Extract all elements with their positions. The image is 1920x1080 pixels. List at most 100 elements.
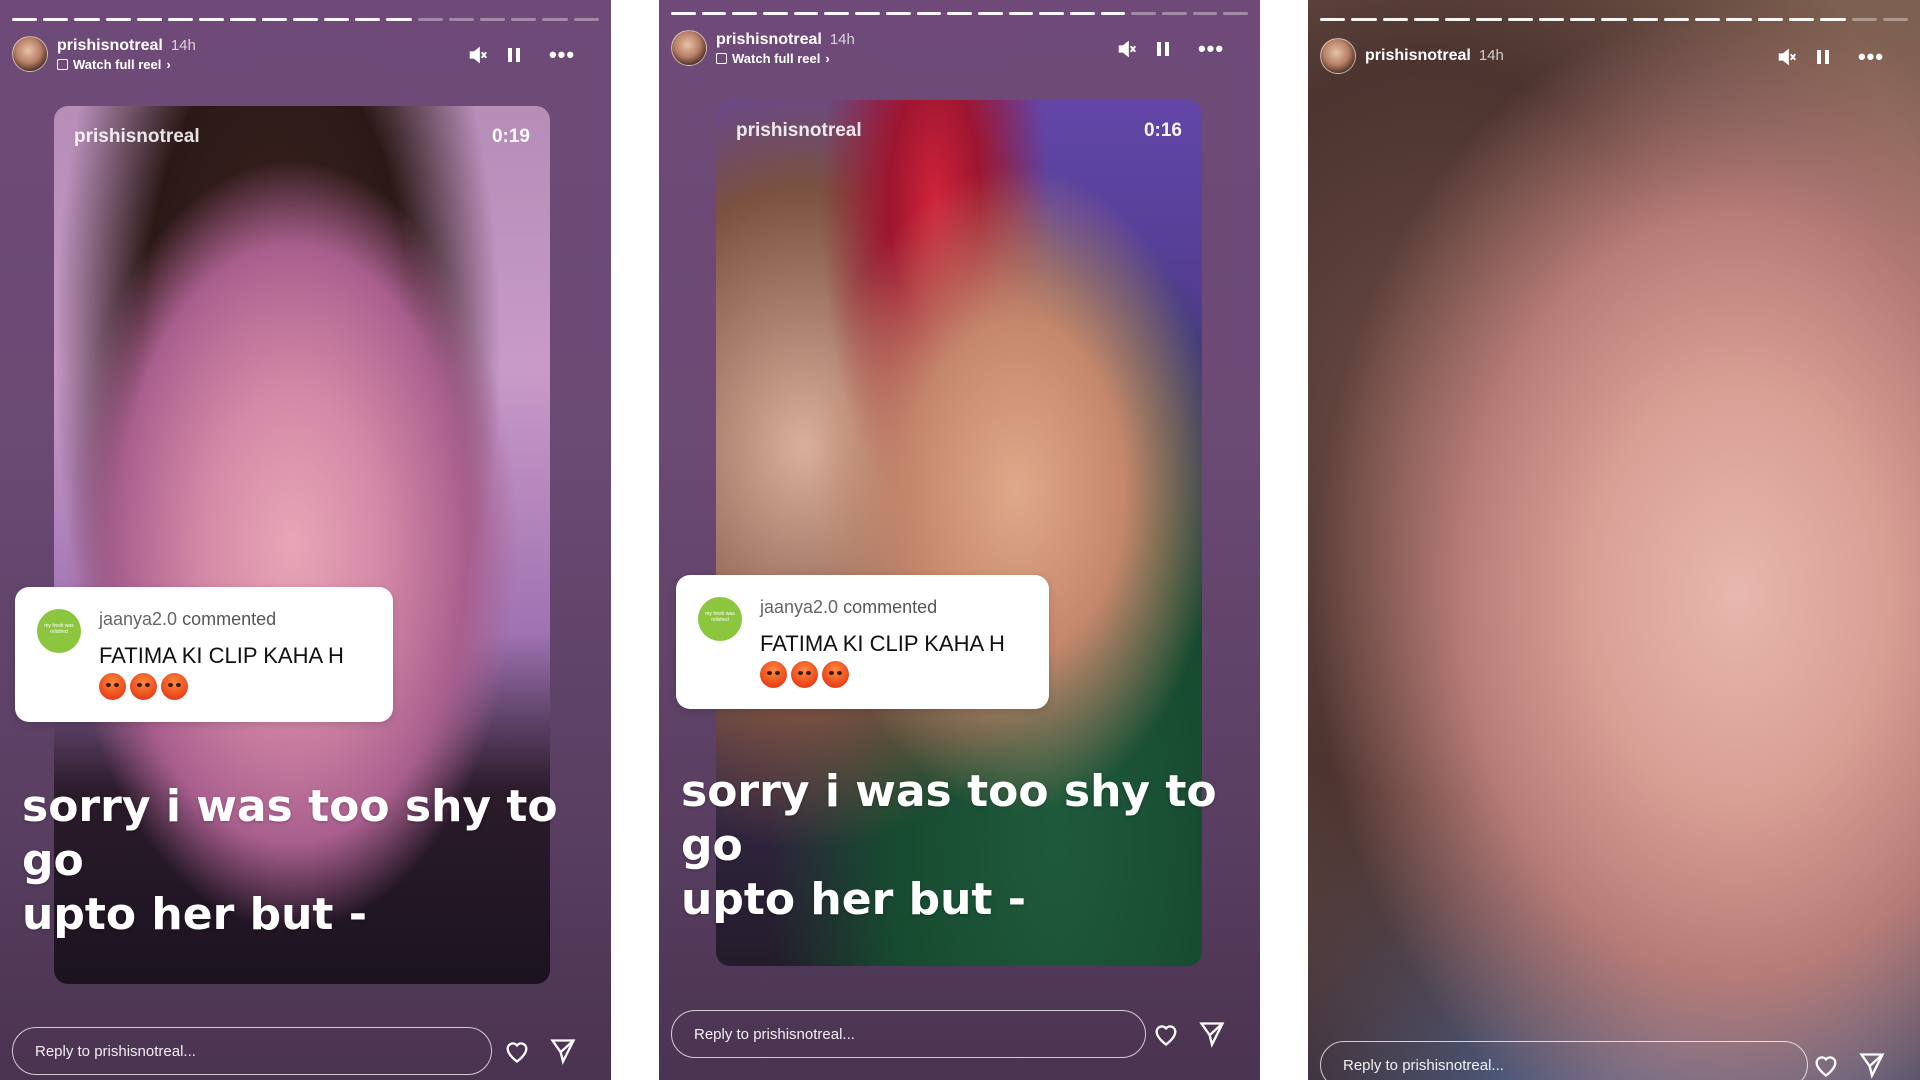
progress-segment bbox=[1008, 12, 1034, 15]
comment-emojis bbox=[760, 661, 849, 688]
caption-line: sorry i was too shy to go bbox=[681, 766, 1217, 871]
story-caption: sorry i was too shy to go upto her but - bbox=[681, 765, 1260, 927]
speaker-muted-icon bbox=[469, 46, 487, 64]
progress-segment bbox=[511, 18, 537, 21]
progress-segment bbox=[43, 18, 69, 21]
progress-segment bbox=[230, 18, 256, 21]
progress-segment bbox=[1820, 18, 1846, 21]
watch-full-reel-link[interactable]: Watch full reel › bbox=[57, 57, 196, 72]
angry-face-icon bbox=[130, 673, 157, 700]
progress-segment bbox=[1788, 18, 1815, 21]
progress-segment bbox=[1382, 18, 1408, 21]
angry-face-icon bbox=[822, 661, 849, 688]
avatar[interactable] bbox=[1320, 38, 1356, 74]
story-time: 14h bbox=[1478, 47, 1504, 64]
more-options-button[interactable]: ••• bbox=[547, 40, 577, 70]
commenter-avatar: my fresh was relished bbox=[698, 597, 742, 641]
progress-segment bbox=[1757, 18, 1783, 21]
pause-button[interactable] bbox=[499, 40, 529, 70]
progress-segment bbox=[885, 12, 911, 15]
progress-segment bbox=[1726, 18, 1752, 21]
pause-button[interactable] bbox=[1148, 34, 1178, 64]
comment-text: FATIMA KI CLIP KAHA H bbox=[99, 643, 344, 668]
story-header: prishisnotreal 14h Watch full reel › ••• bbox=[671, 28, 1248, 68]
progress-segment bbox=[1882, 18, 1909, 21]
progress-segment bbox=[732, 12, 758, 15]
progress-segment bbox=[1223, 12, 1249, 15]
story-footer: Reply to prishisnotreal... bbox=[12, 1027, 599, 1075]
send-icon[interactable] bbox=[549, 1037, 577, 1065]
comment-header: jaanya2.0 commented bbox=[760, 597, 937, 618]
reel-username: prishisnotreal bbox=[74, 126, 200, 147]
caption-line: upto her but - bbox=[22, 889, 368, 940]
story-footer: Reply to prishisnotreal... bbox=[1320, 1041, 1908, 1080]
reply-input[interactable]: Reply to prishisnotreal... bbox=[671, 1010, 1146, 1058]
progress-segment bbox=[1851, 18, 1877, 21]
story-caption: sorry i was too shy to go upto her but - bbox=[22, 780, 602, 942]
heart-icon[interactable] bbox=[1812, 1051, 1840, 1079]
commenter-name: jaanya2.0 bbox=[760, 597, 839, 617]
progress-segment bbox=[199, 18, 225, 21]
progress-segment bbox=[1476, 18, 1502, 21]
progress-segment bbox=[1538, 18, 1565, 21]
progress-segment bbox=[105, 18, 131, 21]
story-progress-bar bbox=[12, 18, 599, 21]
progress-segment bbox=[1320, 18, 1346, 21]
progress-segment bbox=[824, 12, 850, 15]
progress-segment bbox=[977, 12, 1003, 15]
story-panel: prishisnotreal 14h ••• Reply to prishisn… bbox=[1308, 0, 1920, 1080]
reel-username: prishisnotreal bbox=[736, 120, 862, 141]
progress-segment bbox=[1570, 18, 1596, 21]
watch-full-reel-link[interactable]: Watch full reel › bbox=[716, 51, 855, 66]
progress-segment bbox=[1351, 18, 1377, 21]
commenter-avatar: my fresh was relished bbox=[37, 609, 81, 653]
story-header: prishisnotreal 14h Watch full reel › ••• bbox=[12, 34, 599, 74]
story-progress-bar bbox=[671, 12, 1249, 15]
story-footer: Reply to prishisnotreal... bbox=[671, 1010, 1248, 1058]
story-meta: prishisnotreal 14h Watch full reel › bbox=[716, 31, 855, 66]
story-panel: prishisnotreal 14h Watch full reel › •••… bbox=[659, 0, 1260, 1080]
progress-segment bbox=[763, 12, 788, 15]
speaker-muted-icon bbox=[1778, 48, 1796, 66]
speaker-muted-icon bbox=[1118, 40, 1136, 58]
more-options-button[interactable]: ••• bbox=[1856, 42, 1886, 72]
mute-button[interactable] bbox=[1772, 42, 1802, 72]
story-username[interactable]: prishisnotreal bbox=[716, 31, 822, 49]
comment-sticker[interactable]: my fresh was relished jaanya2.0 commente… bbox=[15, 587, 393, 722]
progress-segment bbox=[916, 12, 942, 15]
heart-icon[interactable] bbox=[1152, 1020, 1180, 1048]
progress-segment bbox=[355, 18, 381, 21]
progress-segment bbox=[855, 12, 880, 15]
avatar[interactable] bbox=[671, 30, 707, 66]
progress-segment bbox=[324, 18, 350, 21]
progress-segment bbox=[386, 18, 412, 21]
more-icon: ••• bbox=[1197, 36, 1225, 61]
story-progress-bar bbox=[1320, 18, 1909, 21]
send-icon[interactable] bbox=[1858, 1051, 1886, 1079]
story-username[interactable]: prishisnotreal bbox=[1365, 47, 1471, 65]
comment-emojis bbox=[99, 673, 188, 700]
send-icon[interactable] bbox=[1198, 1020, 1226, 1048]
heart-icon[interactable] bbox=[503, 1037, 531, 1065]
story-time: 14h bbox=[170, 36, 196, 54]
reel-timestamp: 0:16 bbox=[1143, 120, 1182, 141]
story-username[interactable]: prishisnotreal bbox=[57, 37, 163, 55]
reply-placeholder: Reply to prishisnotreal... bbox=[35, 1042, 196, 1060]
comment-sticker[interactable]: my fresh was relished jaanya2.0 commente… bbox=[676, 575, 1049, 709]
comment-action: commented bbox=[843, 597, 938, 617]
progress-segment bbox=[1100, 12, 1126, 15]
mute-button[interactable] bbox=[1112, 34, 1142, 64]
more-options-button[interactable]: ••• bbox=[1196, 34, 1226, 64]
reel-icon bbox=[716, 52, 727, 64]
story-meta: prishisnotreal 14h bbox=[1365, 47, 1504, 65]
pause-button[interactable] bbox=[1808, 42, 1838, 72]
reply-input[interactable]: Reply to prishisnotreal... bbox=[12, 1027, 492, 1075]
angry-face-icon bbox=[161, 673, 188, 700]
reply-placeholder: Reply to prishisnotreal... bbox=[1343, 1056, 1504, 1074]
commenter-name: jaanya2.0 bbox=[99, 609, 178, 629]
reply-input[interactable]: Reply to prishisnotreal... bbox=[1320, 1041, 1808, 1080]
story-header: prishisnotreal 14h ••• bbox=[1320, 36, 1908, 76]
angry-face-icon bbox=[760, 661, 787, 688]
mute-button[interactable] bbox=[463, 40, 493, 70]
avatar[interactable] bbox=[12, 36, 48, 72]
